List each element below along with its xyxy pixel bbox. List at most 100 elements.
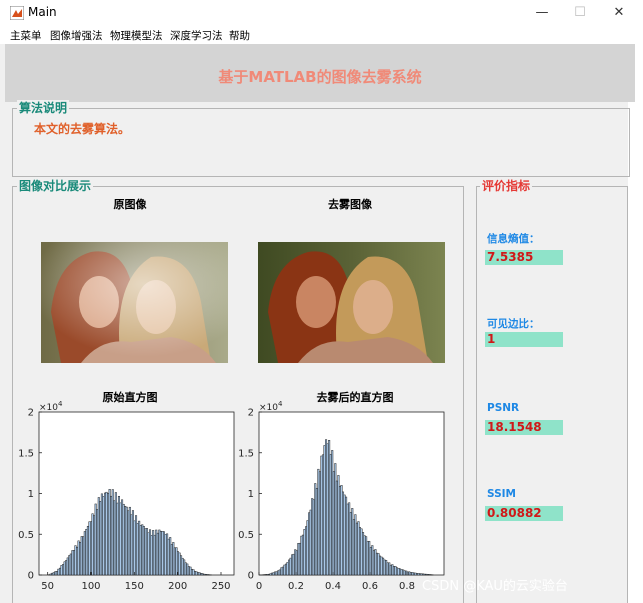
page-title: 基于MATLAB的图像去雾系统 bbox=[218, 68, 422, 86]
histogram-bar bbox=[97, 497, 100, 576]
histogram-bar bbox=[51, 572, 54, 576]
histogram-bar bbox=[284, 563, 287, 576]
histogram-bar bbox=[76, 546, 79, 576]
x-tick-label: 0.6 bbox=[362, 581, 378, 592]
histogram-bar bbox=[408, 571, 411, 576]
histogram-bar bbox=[278, 569, 281, 576]
histogram-bar bbox=[365, 536, 368, 576]
histogram-bar bbox=[203, 573, 206, 576]
histogram-bar bbox=[354, 514, 357, 576]
histogram-bar bbox=[317, 468, 320, 576]
histogram-bar bbox=[369, 546, 372, 576]
histogram-bar bbox=[71, 550, 74, 576]
histogram-bar bbox=[314, 483, 317, 576]
histogram-bar bbox=[416, 573, 419, 576]
menu-help[interactable]: 帮助 bbox=[229, 28, 250, 43]
histogram-bar bbox=[170, 544, 173, 576]
histogram-bar bbox=[320, 455, 323, 576]
histogram-bar bbox=[152, 530, 155, 576]
histogram-bar bbox=[351, 508, 354, 576]
algorithm-panel-legend: 算法说明 bbox=[17, 100, 70, 116]
histogram-bar bbox=[264, 574, 267, 576]
histogram-bar bbox=[309, 509, 312, 576]
histogram-bar bbox=[394, 566, 397, 576]
y-tick-label: 2 bbox=[28, 408, 34, 419]
metrics-panel-legend: 评价指标 bbox=[480, 178, 533, 194]
histogram-bar bbox=[283, 564, 286, 576]
menu-image-enhancement[interactable]: 图像增强法 bbox=[50, 28, 103, 43]
histogram-bar bbox=[116, 502, 119, 576]
histogram-bar bbox=[176, 551, 179, 576]
histogram-bar bbox=[86, 525, 89, 576]
histogram-bar bbox=[349, 512, 352, 576]
dehazed-histogram-chart: 0 0.5 1 1.5 2 0 0.2 0.4 0.6 0.8 ×104 bbox=[238, 400, 445, 592]
histogram-bar bbox=[195, 571, 198, 576]
title-bar: Main — ☐ ✕ bbox=[0, 0, 643, 26]
histogram-bar bbox=[121, 499, 124, 576]
histogram-bar bbox=[386, 562, 389, 576]
histogram-bar bbox=[180, 555, 183, 576]
menu-main[interactable]: 主菜单 bbox=[10, 28, 42, 43]
histogram-bar bbox=[133, 520, 136, 576]
close-button[interactable]: ✕ bbox=[597, 0, 641, 26]
menu-physical-model[interactable]: 物理模型法 bbox=[110, 28, 163, 43]
histogram-bar bbox=[379, 555, 382, 576]
histogram-bar bbox=[178, 552, 181, 576]
menu-deep-learning[interactable]: 深度学习法 bbox=[170, 28, 223, 43]
x-tick-label: 150 bbox=[125, 581, 144, 592]
ssim-value: 0.80882 bbox=[485, 506, 563, 521]
histogram-bar bbox=[94, 503, 97, 576]
histogram-bar bbox=[63, 561, 66, 576]
histogram-bar bbox=[108, 489, 111, 576]
histogram-bar bbox=[298, 542, 301, 576]
histogram-bar bbox=[187, 566, 190, 576]
histogram-bar bbox=[323, 445, 326, 576]
histogram-bar bbox=[162, 531, 166, 576]
histogram-bar bbox=[274, 571, 277, 576]
histogram-bar bbox=[271, 572, 274, 576]
histogram-bar bbox=[173, 547, 176, 576]
histogram-bar bbox=[79, 542, 82, 576]
histogram-bar bbox=[291, 554, 294, 576]
histogram-bar bbox=[131, 510, 134, 576]
maximize-button[interactable]: ☐ bbox=[558, 0, 602, 26]
histogram-bar bbox=[55, 571, 58, 576]
histogram-bar bbox=[184, 562, 187, 576]
histogram-bar bbox=[141, 524, 144, 576]
histogram-bar bbox=[107, 493, 110, 576]
histogram-bar bbox=[388, 562, 391, 576]
histogram-bar bbox=[99, 501, 102, 576]
histogram-bar bbox=[68, 555, 71, 576]
y-tick-label: 0 bbox=[248, 571, 254, 582]
histogram-bar bbox=[136, 523, 139, 576]
histogram-bar bbox=[355, 522, 358, 576]
histogram-bar bbox=[167, 538, 170, 576]
comparison-panel-legend: 图像对比展示 bbox=[17, 178, 94, 194]
histogram-bar bbox=[172, 542, 175, 576]
x-tick-label: 0.8 bbox=[399, 581, 415, 592]
histogram-bar bbox=[138, 520, 141, 576]
histogram-bar bbox=[337, 475, 340, 576]
histogram-bar bbox=[166, 533, 169, 576]
histogram-bar bbox=[332, 471, 335, 576]
histogram-bar bbox=[269, 573, 272, 576]
histogram-bar bbox=[175, 547, 178, 576]
histogram-bar bbox=[110, 495, 113, 576]
original-image-label: 原图像 bbox=[113, 198, 147, 211]
histogram-bar bbox=[292, 553, 295, 576]
window-title: Main bbox=[28, 5, 57, 19]
histogram-bar bbox=[82, 536, 85, 576]
histogram-bar bbox=[198, 572, 201, 576]
histogram-bar bbox=[340, 485, 343, 576]
histogram-bar bbox=[90, 521, 93, 576]
histogram-bar bbox=[49, 573, 52, 576]
histogram-bar bbox=[114, 492, 117, 576]
histogram-bar bbox=[288, 559, 291, 576]
histogram-bar bbox=[306, 520, 309, 576]
histogram-bar bbox=[315, 487, 318, 576]
histogram-bar bbox=[142, 526, 145, 576]
histogram-bar bbox=[161, 531, 164, 576]
x-tick-label: 0.4 bbox=[325, 581, 341, 592]
histogram-bar bbox=[402, 569, 405, 576]
histogram-bar bbox=[119, 502, 122, 576]
